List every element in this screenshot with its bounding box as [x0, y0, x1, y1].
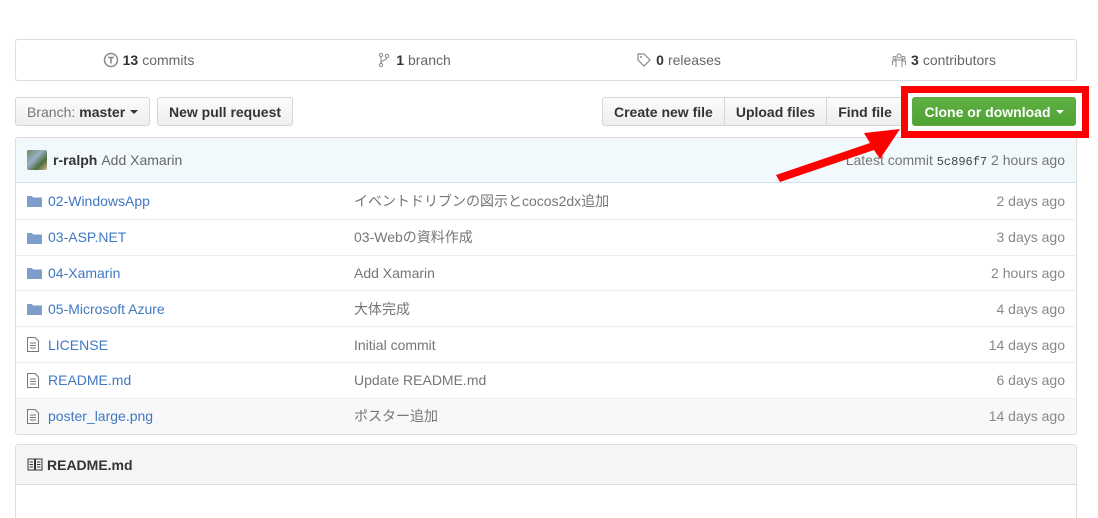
file-commit-message[interactable]: イベントドリブンの図示とcocos2dx追加	[354, 191, 997, 211]
tag-icon	[637, 53, 651, 67]
numbers-summary: 13 commits 1 branch 0 releases 3 contrib…	[15, 39, 1077, 81]
releases-label: releases	[667, 52, 721, 68]
file-age: 14 days ago	[988, 336, 1065, 353]
file-icon-wrap	[27, 408, 43, 424]
avatar[interactable]	[27, 150, 47, 170]
commits-count: 13	[122, 52, 139, 68]
file-actions-group: Create new file Upload files Find file	[602, 97, 904, 126]
book-icon	[27, 458, 43, 470]
contributors-label: contributors	[922, 52, 996, 68]
git-branch-icon	[379, 52, 390, 68]
file-row: 05-Microsoft Azure 大体完成 4 days ago	[16, 290, 1076, 326]
folder-icon-wrap	[27, 231, 43, 244]
caret-down-icon	[1055, 109, 1064, 114]
commit-message[interactable]: Add Xamarin	[101, 152, 182, 168]
clone-or-download-label: Clone or download	[924, 103, 1051, 120]
file-icon	[27, 372, 39, 388]
commits-link[interactable]: 13 commits	[16, 52, 281, 68]
readme-header: README.md	[16, 445, 1076, 485]
clone-or-download-button[interactable]: Clone or download	[912, 97, 1076, 126]
folder-icon-wrap	[27, 302, 43, 316]
branch-select-button[interactable]: Branch: master	[15, 97, 151, 126]
create-new-file-button[interactable]: Create new file	[602, 97, 725, 126]
file-age: 2 days ago	[996, 192, 1066, 209]
file-age: 4 days ago	[996, 300, 1066, 317]
file-icon-wrap	[27, 337, 43, 353]
folder-icon	[27, 232, 42, 244]
history-icon	[103, 52, 118, 68]
latest-commit-info: Latest commit 5c896f7 2 hours ago	[846, 152, 1065, 169]
branch-name: master	[79, 103, 126, 120]
branches-link[interactable]: 1 branch	[281, 52, 546, 68]
new-pull-request-button[interactable]: New pull request	[157, 97, 294, 126]
file-age: 2 hours ago	[991, 264, 1065, 281]
upload-files-button[interactable]: Upload files	[723, 97, 828, 126]
branches-label: branch	[407, 52, 451, 68]
file-row: README.md Update README.md 6 days ago	[16, 361, 1076, 398]
file-name-link[interactable]: poster_large.png	[48, 408, 354, 424]
commit-author[interactable]: r-ralph	[53, 152, 97, 168]
file-name-link[interactable]: 02-WindowsApp	[48, 193, 354, 209]
organization-icon	[892, 53, 907, 67]
folder-icon-wrap	[27, 266, 43, 280]
latest-commit-prefix: Latest commit	[845, 151, 933, 168]
file-icon	[27, 337, 39, 353]
commit-tease: r-ralph Add Xamarin Latest commit 5c896f…	[16, 138, 1076, 183]
file-row: LICENSE Initial commit 14 days ago	[16, 326, 1076, 362]
folder-icon-wrap	[27, 194, 43, 208]
file-row: 03-ASP.NET 03-Webの資料作成 3 days ago	[16, 218, 1076, 255]
branch-prefix: Branch:	[27, 103, 76, 120]
file-commit-message[interactable]: 大体完成	[354, 299, 997, 319]
file-row: 02-WindowsApp イベントドリブンの図示とcocos2dx追加 2 day…	[16, 183, 1076, 219]
commits-label: commits	[142, 52, 195, 68]
file-name-link[interactable]: README.md	[48, 372, 354, 388]
contributors-count: 3	[911, 52, 919, 68]
file-commit-message[interactable]: Initial commit	[354, 337, 989, 353]
readme-panel: README.md	[15, 444, 1077, 518]
folder-icon	[27, 196, 42, 208]
file-list: r-ralph Add Xamarin Latest commit 5c896f…	[15, 137, 1077, 435]
file-icon-wrap	[27, 372, 43, 388]
file-name-link[interactable]: LICENSE	[48, 337, 354, 353]
file-name-link[interactable]: 04-Xamarin	[48, 265, 354, 281]
file-commit-message[interactable]: Update README.md	[354, 372, 997, 388]
file-age: 3 days ago	[996, 229, 1066, 246]
file-commit-message[interactable]: 03-Webの資料作成	[354, 227, 997, 247]
branches-count: 1	[396, 52, 404, 68]
folder-icon	[27, 304, 42, 316]
file-age: 6 days ago	[996, 372, 1066, 389]
file-commit-message[interactable]: Add Xamarin	[354, 265, 991, 281]
file-commit-message[interactable]: ポスター追加	[354, 406, 989, 426]
commit-age: 2 hours ago	[991, 151, 1065, 168]
releases-count: 0	[656, 52, 664, 68]
caret-down-icon	[130, 109, 139, 114]
find-file-button[interactable]: Find file	[826, 97, 904, 126]
file-row: poster_large.png ポスター追加 14 days ago	[16, 397, 1076, 434]
releases-link[interactable]: 0 releases	[546, 52, 811, 68]
file-icon	[27, 408, 39, 424]
file-row: 04-Xamarin Add Xamarin 2 hours ago	[16, 254, 1076, 291]
contributors-link[interactable]: 3 contributors	[811, 52, 1076, 68]
file-name-link[interactable]: 05-Microsoft Azure	[48, 301, 354, 317]
file-age: 14 days ago	[988, 408, 1065, 425]
commit-sha[interactable]: 5c896f7	[937, 155, 987, 169]
readme-title: README.md	[47, 456, 133, 473]
folder-icon	[27, 268, 42, 280]
file-name-link[interactable]: 03-ASP.NET	[48, 229, 354, 245]
